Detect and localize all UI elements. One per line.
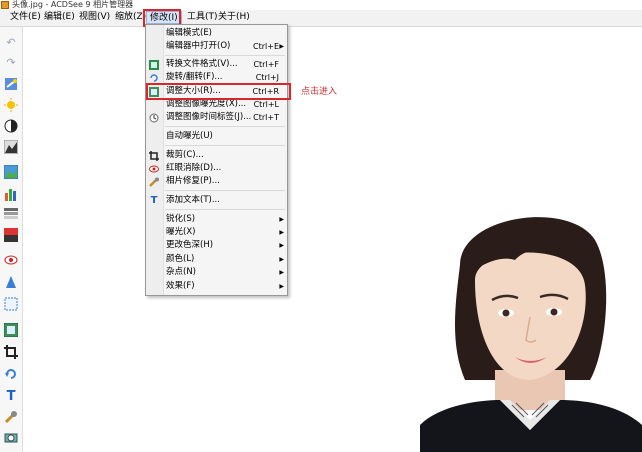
- menu-about[interactable]: 关于(H): [215, 11, 253, 24]
- submenu-arrow-icon: ▶: [279, 256, 284, 263]
- levels-icon[interactable]: [4, 140, 18, 154]
- menu-item-label: 更改色深(H): [166, 240, 214, 250]
- crop-icon[interactable]: [4, 345, 18, 359]
- menu-item-label: 红眼消除(D)...: [166, 163, 222, 173]
- convert-icon: [149, 60, 159, 70]
- submenu-arrow-icon: ▶: [279, 43, 284, 50]
- menu-item-exposure[interactable]: 曝光(X) ▶: [146, 226, 287, 239]
- red-eye-icon[interactable]: [4, 253, 18, 267]
- menu-separator: [165, 55, 285, 56]
- resize-item-highlight-box: [146, 83, 291, 100]
- crop-icon: [149, 151, 159, 161]
- menu-item-label: 效果(F): [166, 281, 195, 291]
- submenu-arrow-icon: ▶: [279, 229, 284, 236]
- menu-view[interactable]: 视图(V): [76, 11, 113, 24]
- rotate-icon: [149, 73, 159, 83]
- brightness-icon[interactable]: [4, 98, 18, 112]
- acdsee-app-icon: [1, 1, 9, 9]
- camera-icon[interactable]: [4, 430, 18, 444]
- menu-item-label: 杂点(N): [166, 267, 196, 277]
- histogram-icon[interactable]: [4, 187, 18, 201]
- rotate-icon[interactable]: [4, 367, 18, 381]
- timestamp-icon: [149, 113, 159, 123]
- menu-item-effects[interactable]: 效果(F) ▶: [146, 280, 287, 293]
- menu-item-label: 曝光(X): [166, 227, 196, 237]
- repair-icon: [149, 177, 159, 187]
- menu-item-label: 编辑器中打开(O): [166, 41, 231, 51]
- submenu-arrow-icon: ▶: [279, 269, 284, 276]
- menu-item-auto-exposure[interactable]: 自动曝光(U): [146, 130, 287, 143]
- submenu-arrow-icon: ▶: [279, 283, 284, 290]
- undo-icon[interactable]: ↶: [4, 35, 18, 49]
- menu-item-open-in-editor[interactable]: 编辑器中打开(O) Ctrl+E ▶: [146, 40, 287, 53]
- menu-item-label: 颜色(L): [166, 254, 195, 264]
- menu-item-label: 转换文件格式(V)...: [166, 59, 238, 69]
- menu-item-shortcut: Ctrl+T: [253, 113, 279, 122]
- auto-fix-icon[interactable]: [4, 77, 18, 91]
- dotted-frame-icon[interactable]: [4, 297, 18, 311]
- title-bar: 头像.jpg - ACDSee 9 相片管理器: [0, 0, 642, 10]
- menu-item-shortcut: Ctrl+F: [253, 60, 279, 69]
- menu-item-noise[interactable]: 杂点(N) ▶: [146, 266, 287, 279]
- menu-item-label: 相片修复(P)...: [166, 176, 220, 186]
- modify-menu-dropdown: 编辑模式(E) 编辑器中打开(O) Ctrl+E ▶ 转换文件格式(V)... …: [145, 24, 288, 296]
- left-toolbar: ↶ ↷ T: [0, 27, 23, 452]
- menu-item-label: 添加文本(T)...: [166, 195, 220, 205]
- menu-item-convert-format[interactable]: 转换文件格式(V)... Ctrl+F: [146, 58, 287, 71]
- menu-item-adjust-timestamp[interactable]: 调整图像时间标签(J)... Ctrl+T: [146, 111, 287, 124]
- redo-icon[interactable]: ↷: [4, 55, 18, 69]
- submenu-arrow-icon: ▶: [279, 242, 284, 249]
- menu-item-label: 裁剪(C)...: [166, 150, 204, 160]
- window-title: 头像.jpg - ACDSee 9 相片管理器: [12, 0, 134, 9]
- menu-separator: [165, 145, 285, 146]
- menu-item-label: 锐化(S): [166, 214, 196, 224]
- filter-icon[interactable]: [4, 207, 18, 221]
- portrait-photo: [420, 205, 642, 452]
- image-icon[interactable]: [4, 165, 18, 179]
- annotation-click-enter: 点击进入: [301, 87, 338, 97]
- menu-item-crop[interactable]: 裁剪(C)...: [146, 149, 287, 162]
- menu-item-red-eye[interactable]: 红眼消除(D)...: [146, 162, 287, 175]
- menu-item-add-text[interactable]: T 添加文本(T)...: [146, 194, 287, 207]
- menu-item-sharpen[interactable]: 锐化(S) ▶: [146, 213, 287, 226]
- menu-edit[interactable]: 编辑(E): [41, 11, 78, 24]
- menu-item-label: 调整图像时间标签(J)...: [166, 112, 252, 122]
- sharpen-icon[interactable]: [4, 275, 18, 289]
- resize-icon[interactable]: [4, 323, 18, 337]
- submenu-arrow-icon: ▶: [279, 216, 284, 223]
- menu-separator: [165, 209, 285, 210]
- menu-bar: 文件(E) 编辑(E) 视图(V) 缩放(Z) 修改(I) 工具(T) 关于(H…: [0, 10, 642, 27]
- menu-separator: [165, 126, 285, 127]
- menu-item-color-depth[interactable]: 更改色深(H) ▶: [146, 239, 287, 252]
- menu-item-shortcut: Ctrl+E: [253, 42, 279, 51]
- menu-item-photo-repair[interactable]: 相片修复(P)...: [146, 175, 287, 188]
- text-icon[interactable]: T: [4, 389, 18, 404]
- text-icon: T: [150, 195, 158, 206]
- menu-item-edit-mode[interactable]: 编辑模式(E): [146, 27, 287, 40]
- gradient-icon[interactable]: [4, 228, 18, 242]
- menu-item-color[interactable]: 颜色(L) ▶: [146, 253, 287, 266]
- menu-item-label: 自动曝光(U): [166, 131, 213, 141]
- menu-separator: [165, 190, 285, 191]
- contrast-icon[interactable]: [4, 119, 18, 133]
- red-eye-icon: [149, 164, 159, 174]
- menu-file[interactable]: 文件(E): [7, 11, 44, 24]
- repair-icon[interactable]: [4, 410, 18, 424]
- menu-item-label: 编辑模式(E): [166, 28, 213, 38]
